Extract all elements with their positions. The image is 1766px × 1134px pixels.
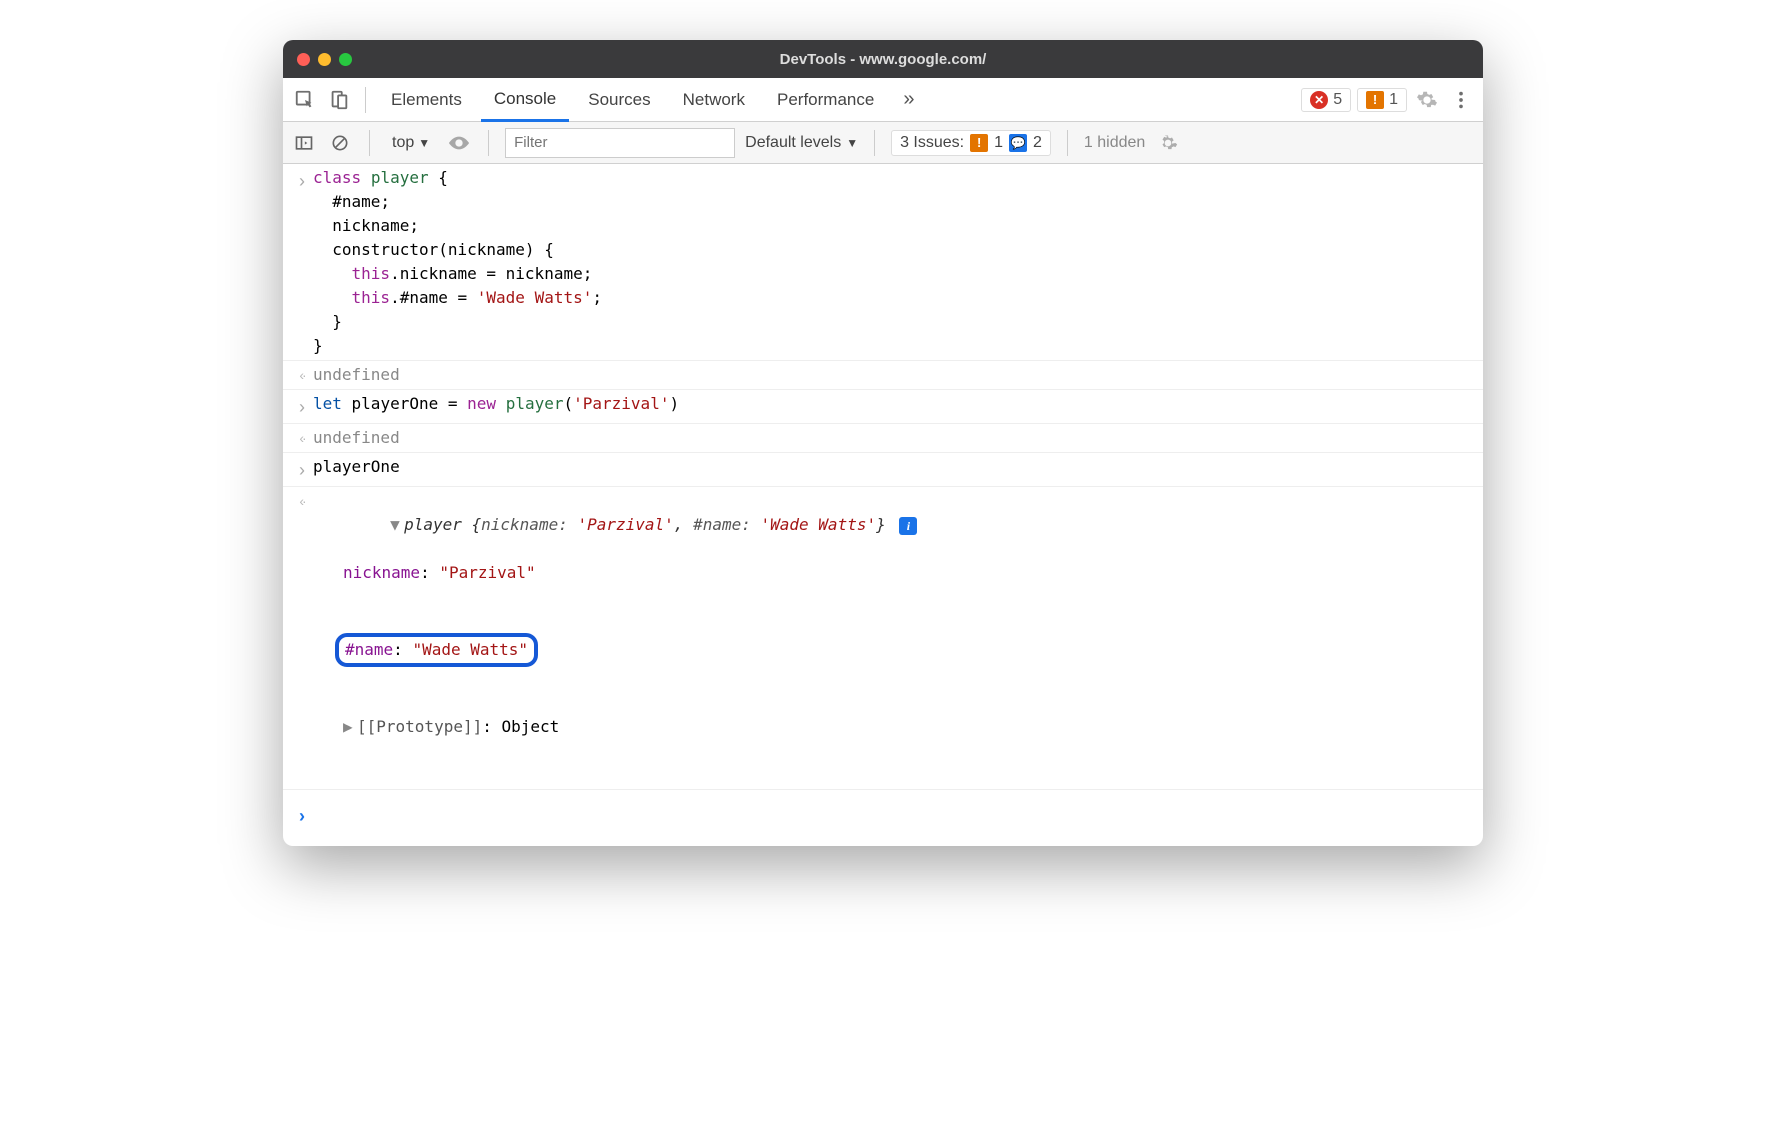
console-output-row: undefined bbox=[283, 361, 1483, 390]
device-toggle-icon[interactable] bbox=[325, 86, 353, 114]
titlebar: DevTools - www.google.com/ bbox=[283, 40, 1483, 78]
chevron-down-icon: ▼ bbox=[846, 136, 858, 150]
code-block: class player { #name; nickname; construc… bbox=[313, 166, 1475, 358]
kebab-menu-icon[interactable] bbox=[1447, 86, 1475, 114]
object-property[interactable]: nickname: "Parzival" bbox=[313, 561, 1475, 585]
tab-elements[interactable]: Elements bbox=[378, 78, 475, 122]
info-icon[interactable]: i bbox=[899, 517, 917, 535]
error-badge[interactable]: ✕5 bbox=[1301, 88, 1351, 112]
error-icon: ✕ bbox=[1310, 91, 1328, 109]
divider bbox=[365, 87, 366, 113]
console-input-row[interactable]: class player { #name; nickname; construc… bbox=[283, 164, 1483, 361]
divider bbox=[874, 130, 875, 156]
window-title: DevTools - www.google.com/ bbox=[283, 51, 1483, 68]
console-filter-bar: top ▼ Default levels ▼ 3 Issues: !1 💬2 1… bbox=[283, 122, 1483, 164]
object-property-highlighted[interactable]: #name: "Wade Watts" bbox=[313, 633, 1475, 667]
filter-input[interactable] bbox=[505, 128, 735, 158]
tab-bar: Elements Console Sources Network Perform… bbox=[283, 78, 1483, 122]
devtools-window: DevTools - www.google.com/ Elements Cons… bbox=[283, 40, 1483, 846]
console-output-row[interactable]: ▼player {nickname: 'Parzival', #name: 'W… bbox=[283, 487, 1483, 789]
code-line: let playerOne = new player('Parzival') bbox=[313, 392, 1475, 416]
expand-arrow-icon[interactable]: ▼ bbox=[390, 513, 404, 537]
console-output: class player { #name; nickname; construc… bbox=[283, 164, 1483, 846]
levels-selector[interactable]: Default levels ▼ bbox=[745, 134, 858, 152]
tab-network[interactable]: Network bbox=[670, 78, 758, 122]
console-output-row: undefined bbox=[283, 424, 1483, 453]
divider bbox=[1067, 130, 1068, 156]
issues-button[interactable]: 3 Issues: !1 💬2 bbox=[891, 130, 1051, 156]
object-summary[interactable]: player {nickname: 'Parzival', #name: 'Wa… bbox=[404, 515, 886, 534]
eye-icon[interactable] bbox=[446, 130, 472, 156]
console-prompt[interactable] bbox=[283, 795, 1483, 846]
warning-icon: ! bbox=[1366, 91, 1384, 109]
gear-icon[interactable] bbox=[1413, 86, 1441, 114]
tab-console[interactable]: Console bbox=[481, 78, 569, 122]
divider bbox=[369, 130, 370, 156]
hidden-count[interactable]: 1 hidden bbox=[1084, 134, 1145, 152]
inspect-icon[interactable] bbox=[291, 86, 319, 114]
context-selector[interactable]: top ▼ bbox=[386, 132, 436, 154]
info-icon: 💬 bbox=[1009, 134, 1027, 152]
warning-badge[interactable]: !1 bbox=[1357, 88, 1407, 112]
chevron-down-icon: ▼ bbox=[418, 136, 430, 150]
console-input-row[interactable]: playerOne bbox=[283, 453, 1483, 487]
expand-arrow-icon[interactable]: ▶ bbox=[343, 715, 357, 739]
clear-console-icon[interactable] bbox=[327, 130, 353, 156]
sidebar-toggle-icon[interactable] bbox=[291, 130, 317, 156]
object-prototype[interactable]: ▶[[Prototype]]: Object bbox=[313, 715, 1475, 739]
console-input-row[interactable]: let playerOne = new player('Parzival') bbox=[283, 390, 1483, 424]
tab-sources[interactable]: Sources bbox=[575, 78, 663, 122]
tab-performance[interactable]: Performance bbox=[764, 78, 887, 122]
warning-icon: ! bbox=[970, 134, 988, 152]
more-tabs-button[interactable]: » bbox=[893, 88, 924, 111]
divider bbox=[488, 130, 489, 156]
gear-icon[interactable] bbox=[1155, 130, 1181, 156]
